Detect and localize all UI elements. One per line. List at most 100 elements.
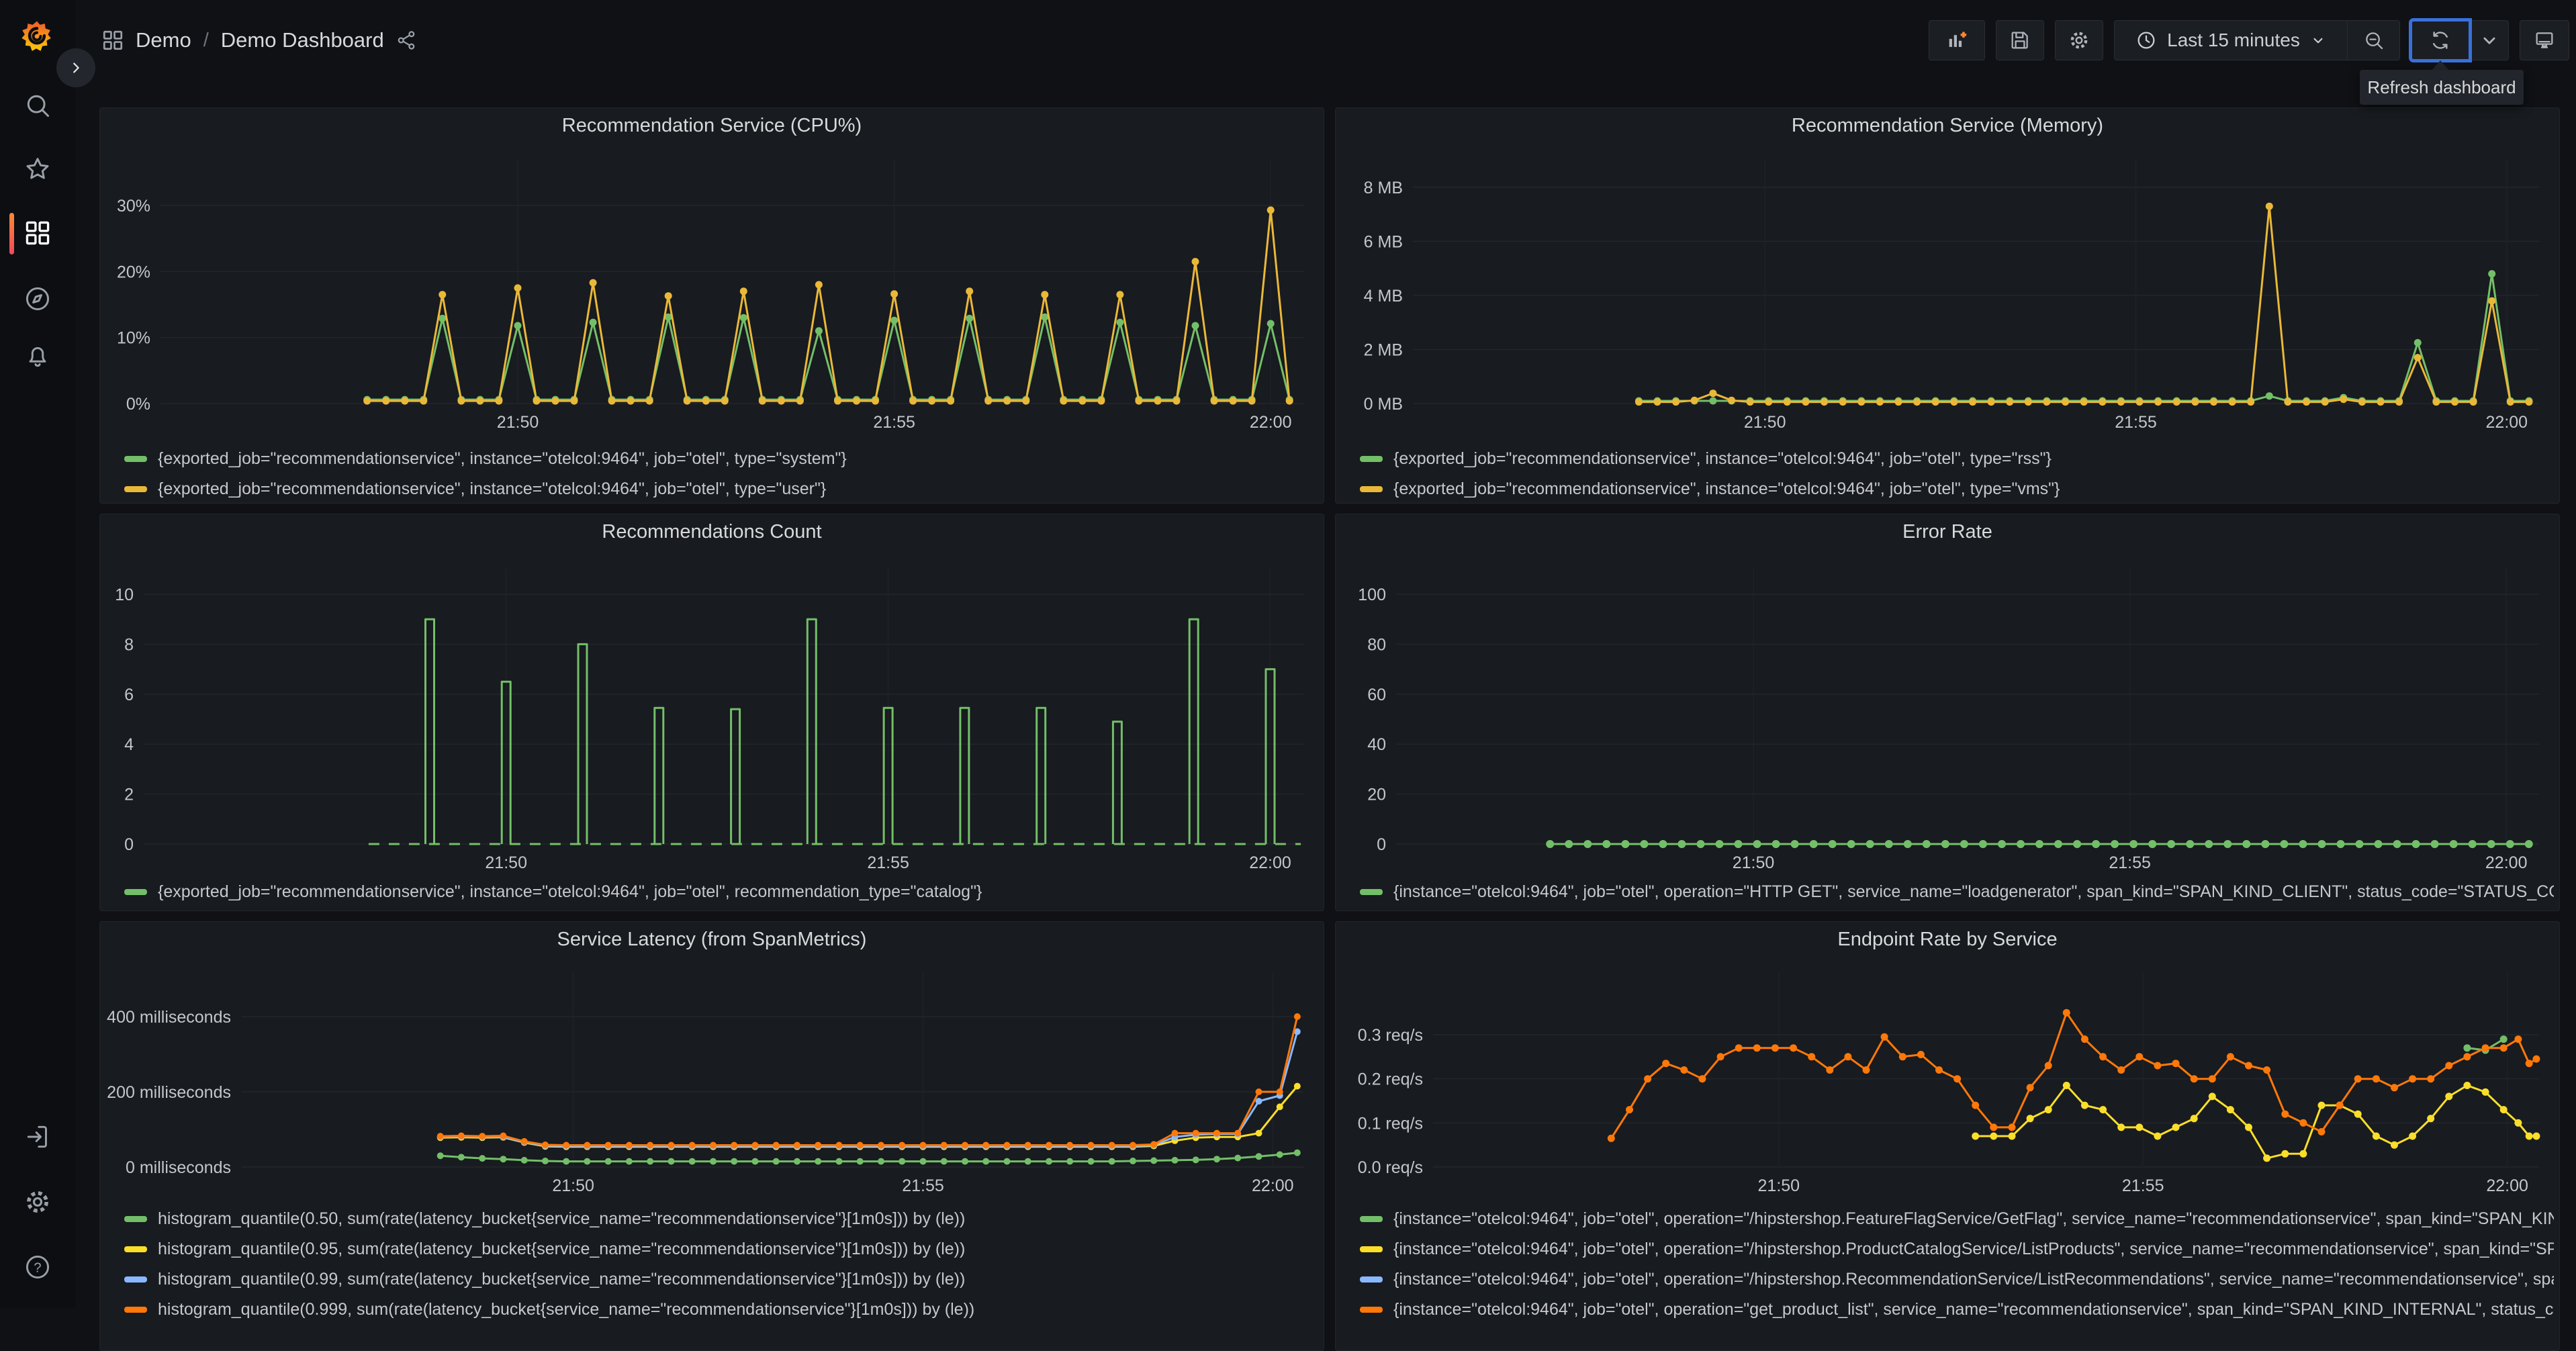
panel-header[interactable]: Recommendation Service (Memory) xyxy=(1336,108,2559,143)
breadcrumb-section[interactable]: Demo xyxy=(136,28,191,52)
legend-swatch xyxy=(1360,1216,1383,1222)
time-range-picker[interactable]: Last 15 minutes xyxy=(2114,20,2348,60)
data-point xyxy=(1960,840,1968,848)
star-icon[interactable] xyxy=(23,154,52,184)
breadcrumb-page-title[interactable]: Demo Dashboard xyxy=(221,28,384,52)
data-point xyxy=(2299,1150,2307,1158)
sidebar-expand-button[interactable] xyxy=(56,48,95,87)
legend-item[interactable]: histogram_quantile(0.999, sum(rate(laten… xyxy=(124,1295,1318,1325)
error-rate-chart[interactable]: 0 20 40 60 80 100 21:50 21:55 22:00 xyxy=(1336,551,2560,874)
legend-item[interactable]: {instance="otelcol:9464", job="otel", op… xyxy=(1360,1295,2554,1325)
alerting-icon[interactable] xyxy=(23,341,52,371)
data-point xyxy=(476,397,484,405)
legend-item[interactable]: {exported_job="recommendationservice", i… xyxy=(124,474,1318,503)
endpoint-rate-chart[interactable]: 0.0 req/s 0.1 req/s 0.2 req/s 0.3 req/s 21:5… xyxy=(1336,956,2560,1203)
data-point xyxy=(909,397,917,405)
data-point xyxy=(899,1142,906,1149)
data-point xyxy=(664,292,672,300)
legend-item[interactable]: {exported_job="recommendationservice", i… xyxy=(124,444,1318,474)
legend: {exported_job="recommendationservice", i… xyxy=(124,877,1318,907)
data-point xyxy=(1635,398,1643,406)
data-point xyxy=(2481,1044,2489,1052)
y-tick-label: 0% xyxy=(126,395,150,414)
panel-header[interactable]: Endpoint Rate by Service xyxy=(1336,922,2559,957)
data-point xyxy=(1978,840,1987,848)
data-point xyxy=(2395,398,2403,406)
data-point xyxy=(1990,1123,1998,1131)
y-tick-label: 8 MB xyxy=(1364,179,1403,197)
data-point xyxy=(731,1142,738,1149)
explore-icon[interactable] xyxy=(23,284,52,314)
data-point xyxy=(702,397,710,405)
legend-item[interactable]: {instance="otelcol:9464", job="otel", op… xyxy=(1360,1204,2554,1234)
data-point xyxy=(1060,397,1068,405)
legend-item[interactable]: {exported_job="recommendationservice", i… xyxy=(1360,444,2554,474)
data-point xyxy=(2062,1009,2070,1017)
legend-item[interactable]: histogram_quantile(0.50, sum(rate(latenc… xyxy=(124,1204,1318,1234)
dashboard-settings-button[interactable] xyxy=(2055,20,2103,60)
panel-recommendation-memory: Recommendation Service (Memory) 0 MB 2 MB… xyxy=(1335,107,2560,504)
data-point xyxy=(2463,1044,2471,1052)
data-point xyxy=(1267,320,1275,328)
memory-chart[interactable]: 0 MB 2 MB 4 MB 6 MB 8 MB 21:50 21:55 22:00 xyxy=(1336,142,2560,457)
panel-header[interactable]: Service Latency (from SpanMetrics) xyxy=(100,922,1324,957)
data-point xyxy=(772,1158,780,1165)
data-point xyxy=(604,1158,612,1165)
data-point xyxy=(2099,1106,2107,1114)
data-point xyxy=(2525,1132,2533,1140)
kiosk-mode-button[interactable] xyxy=(2520,20,2569,60)
legend-item[interactable]: {instance="otelcol:9464", job="otel", op… xyxy=(1360,1234,2554,1264)
data-point xyxy=(563,1158,570,1165)
data-point xyxy=(2499,1035,2508,1043)
data-point xyxy=(439,291,447,299)
share-icon[interactable] xyxy=(395,29,418,52)
add-panel-button[interactable] xyxy=(1929,20,1985,60)
clock-icon xyxy=(2135,29,2158,52)
data-point xyxy=(2524,840,2533,848)
cpu-chart[interactable]: 0% 10% 20% 30% 21:50 21:55 22:00 xyxy=(100,142,1324,457)
x-tick-label: 21:50 xyxy=(497,413,539,432)
data-point xyxy=(2354,1075,2362,1083)
panel-header[interactable]: Recommendations Count xyxy=(100,514,1324,549)
data-point xyxy=(1862,1066,1870,1074)
y-tick-label: 0.1 req/s xyxy=(1358,1114,1423,1133)
search-icon[interactable] xyxy=(23,91,52,120)
x-tick-label: 22:00 xyxy=(1250,413,1292,432)
data-point xyxy=(2445,1062,2453,1070)
grafana-logo-icon[interactable] xyxy=(17,17,56,56)
legend-item[interactable]: {exported_job="recommendationservice", i… xyxy=(1360,474,2554,503)
data-point xyxy=(777,397,785,405)
data-point xyxy=(2488,297,2496,305)
sign-in-icon[interactable] xyxy=(23,1122,52,1152)
recommendations-count-chart[interactable]: 0 2 4 6 8 10 21:50 21:55 22:00 xyxy=(100,551,1324,874)
y-tick-label: 200 milliseconds xyxy=(107,1083,231,1102)
legend: {exported_job="recommendationservice", i… xyxy=(1360,444,2554,503)
refresh-interval-dropdown[interactable] xyxy=(2470,20,2509,60)
legend-item[interactable]: {exported_job="recommendationservice", i… xyxy=(124,877,1318,907)
data-point xyxy=(1602,840,1611,848)
legend-label: {instance="otelcol:9464", job="otel", op… xyxy=(1393,1300,2554,1319)
zoom-out-button[interactable] xyxy=(2348,20,2400,60)
pulse-bar xyxy=(806,618,817,844)
dashboards-icon[interactable] xyxy=(23,218,52,248)
panel-header[interactable]: Recommendation Service (CPU%) xyxy=(100,108,1324,143)
settings-icon[interactable] xyxy=(23,1187,52,1217)
data-point xyxy=(1821,398,1828,406)
legend-item[interactable]: {instance="otelcol:9464", job="otel", op… xyxy=(1360,1264,2554,1295)
refresh-button[interactable] xyxy=(2409,18,2472,62)
legend-item[interactable]: histogram_quantile(0.95, sum(rate(latenc… xyxy=(124,1234,1318,1264)
service-latency-chart[interactable]: 0 milliseconds 200 milliseconds 400 millis… xyxy=(100,956,1324,1203)
legend-item[interactable]: histogram_quantile(0.99, sum(rate(latenc… xyxy=(124,1264,1318,1295)
save-dashboard-button[interactable] xyxy=(1996,20,2044,60)
data-point xyxy=(1746,398,1754,406)
y-tick-label: 80 xyxy=(1367,635,1386,654)
data-point xyxy=(625,1158,633,1165)
legend-item[interactable]: {instance="otelcol:9464", job="otel", op… xyxy=(1360,877,2554,907)
data-point xyxy=(940,1158,948,1165)
data-point xyxy=(1248,397,1256,405)
data-point xyxy=(2191,398,2199,406)
data-point xyxy=(1293,1149,1301,1156)
panel-header[interactable]: Error Rate xyxy=(1336,514,2559,549)
data-point xyxy=(1857,398,1866,406)
help-icon[interactable]: ? xyxy=(23,1252,52,1282)
